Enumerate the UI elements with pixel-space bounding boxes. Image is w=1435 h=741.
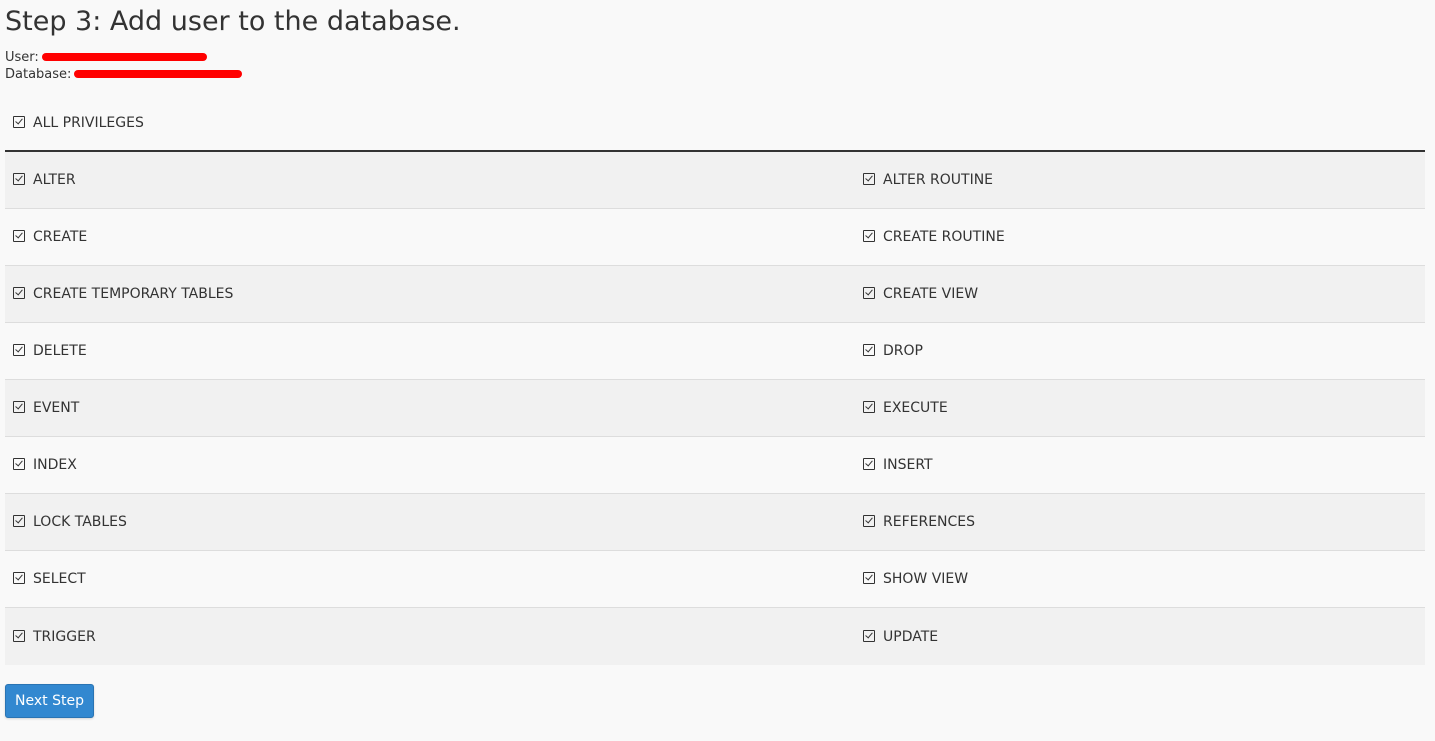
privilege-label: EXECUTE <box>883 400 948 416</box>
privilege-create-view-checkbox[interactable]: CREATE VIEW <box>855 266 1425 322</box>
privilege-trigger-checkbox[interactable]: TRIGGER <box>5 608 855 665</box>
privilege-drop-checkbox[interactable]: DROP <box>855 323 1425 379</box>
privilege-label: TRIGGER <box>33 628 96 645</box>
privilege-update-checkbox[interactable]: UPDATE <box>855 608 1425 665</box>
privilege-execute-checkbox[interactable]: EXECUTE <box>855 380 1425 436</box>
checkbox-checked-icon[interactable] <box>13 458 25 470</box>
checkbox-checked-icon[interactable] <box>863 629 875 642</box>
checkbox-checked-icon[interactable] <box>863 458 875 470</box>
user-line: User: <box>5 49 207 66</box>
privilege-label: SHOW VIEW <box>883 571 969 587</box>
all-privileges-checkbox[interactable]: ALL PRIVILEGES <box>13 114 144 132</box>
privileges-table: ALTER ALTER ROUTINE CREATE CREATE ROUTIN… <box>5 150 1425 665</box>
checkbox-checked-icon[interactable] <box>863 344 875 356</box>
redacted-database-name <box>74 69 243 78</box>
privilege-label: ALTER ROUTINE <box>883 172 994 188</box>
privilege-delete-checkbox[interactable]: DELETE <box>5 323 855 379</box>
privilege-select-checkbox[interactable]: SELECT <box>5 551 855 607</box>
checkbox-checked-icon[interactable] <box>13 572 25 584</box>
checkbox-checked-icon[interactable] <box>13 401 25 413</box>
user-label: User: <box>5 50 39 65</box>
privilege-label: REFERENCES <box>883 514 976 530</box>
privilege-row: SELECT SHOW VIEW <box>5 551 1425 608</box>
page-title: Step 3: Add user to the database. <box>5 6 461 37</box>
privilege-create-routine-checkbox[interactable]: CREATE ROUTINE <box>855 209 1425 265</box>
page: Step 3: Add user to the database. User: … <box>0 0 1435 741</box>
privilege-label: CREATE ROUTINE <box>883 229 1005 245</box>
checkbox-checked-icon[interactable] <box>863 515 875 527</box>
privilege-label: DROP <box>883 343 923 359</box>
all-privileges-label: ALL PRIVILEGES <box>33 115 144 131</box>
checkbox-checked-icon[interactable] <box>863 401 875 413</box>
checkbox-checked-icon[interactable] <box>13 116 25 128</box>
checkbox-checked-icon[interactable] <box>863 572 875 584</box>
privilege-row: INDEX INSERT <box>5 437 1425 494</box>
redacted-user-name <box>41 52 207 61</box>
privilege-event-checkbox[interactable]: EVENT <box>5 380 855 436</box>
privilege-references-checkbox[interactable]: REFERENCES <box>855 494 1425 550</box>
checkbox-checked-icon[interactable] <box>13 173 25 185</box>
privilege-label: INSERT <box>883 457 933 473</box>
checkbox-checked-icon[interactable] <box>13 515 25 527</box>
privilege-row: DELETE DROP <box>5 323 1425 380</box>
privilege-show-view-checkbox[interactable]: SHOW VIEW <box>855 551 1425 607</box>
privilege-label: INDEX <box>33 457 77 473</box>
privilege-row: LOCK TABLES REFERENCES <box>5 494 1425 551</box>
privilege-insert-checkbox[interactable]: INSERT <box>855 437 1425 493</box>
checkbox-checked-icon[interactable] <box>13 287 25 299</box>
privilege-label: ALTER <box>33 172 76 188</box>
checkbox-checked-icon[interactable] <box>13 230 25 242</box>
privilege-create-checkbox[interactable]: CREATE <box>5 209 855 265</box>
checkbox-checked-icon[interactable] <box>863 230 875 242</box>
database-line: Database: <box>5 66 243 83</box>
privilege-label: CREATE TEMPORARY TABLES <box>33 286 234 302</box>
privilege-label: UPDATE <box>883 628 939 645</box>
privilege-label: EVENT <box>33 400 80 416</box>
checkbox-checked-icon[interactable] <box>863 173 875 185</box>
privilege-alter-routine-checkbox[interactable]: ALTER ROUTINE <box>855 152 1425 208</box>
privilege-lock-tables-checkbox[interactable]: LOCK TABLES <box>5 494 855 550</box>
privilege-create-temporary-tables-checkbox[interactable]: CREATE TEMPORARY TABLES <box>5 266 855 322</box>
checkbox-checked-icon[interactable] <box>863 287 875 299</box>
privilege-row: TRIGGER UPDATE <box>5 608 1425 665</box>
privilege-label: LOCK TABLES <box>33 514 127 530</box>
privilege-row: EVENT EXECUTE <box>5 380 1425 437</box>
checkbox-checked-icon[interactable] <box>13 629 25 642</box>
privilege-index-checkbox[interactable]: INDEX <box>5 437 855 493</box>
privilege-label: DELETE <box>33 343 87 359</box>
privilege-label: SELECT <box>33 571 86 587</box>
database-label: Database: <box>5 67 72 82</box>
privilege-label: CREATE VIEW <box>883 286 979 302</box>
checkbox-checked-icon[interactable] <box>13 344 25 356</box>
privilege-label: CREATE <box>33 229 88 245</box>
privilege-row: CREATE CREATE ROUTINE <box>5 209 1425 266</box>
privilege-row: ALTER ALTER ROUTINE <box>5 152 1425 209</box>
privilege-row: CREATE TEMPORARY TABLES CREATE VIEW <box>5 266 1425 323</box>
privilege-alter-checkbox[interactable]: ALTER <box>5 152 855 208</box>
next-step-button[interactable]: Next Step <box>5 684 94 718</box>
